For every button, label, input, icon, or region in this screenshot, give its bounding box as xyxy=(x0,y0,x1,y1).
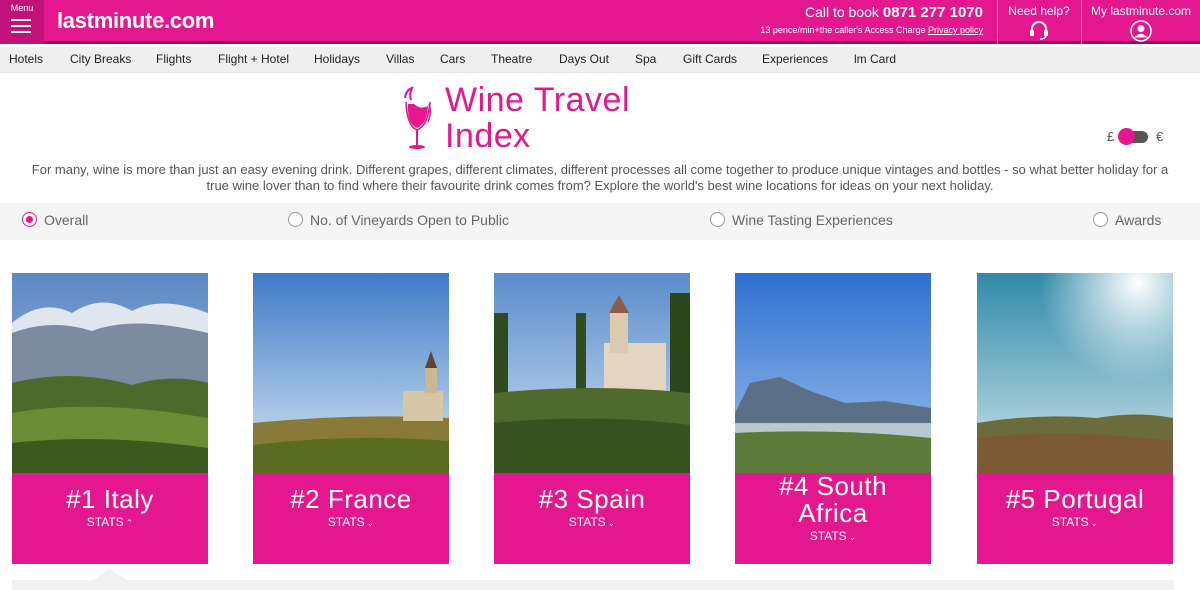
toggle-knob xyxy=(1118,128,1135,145)
nav-item-spa[interactable]: Spa xyxy=(635,52,656,66)
nav-item-theatre[interactable]: Theatre xyxy=(491,52,532,66)
stats-panel-edge xyxy=(12,580,1174,590)
country-card-italy[interactable]: #1 Italy STATS ⌃ xyxy=(12,273,208,564)
radio-overall[interactable] xyxy=(22,212,37,227)
country-card-spain[interactable]: #3 Spain STATS ⌄ xyxy=(494,273,690,564)
spain-photo xyxy=(494,273,690,473)
france-photo xyxy=(253,273,449,473)
stats-toggle[interactable]: STATS ⌄ xyxy=(253,515,449,529)
nav-item-flights[interactable]: Flights xyxy=(156,52,191,66)
filter-vineyards-label: No. of Vineyards Open to Public xyxy=(310,212,509,228)
nav-item-cars[interactable]: Cars xyxy=(440,52,465,66)
filter-vineyards[interactable]: No. of Vineyards Open to Public xyxy=(288,212,509,228)
nav-item-city-breaks[interactable]: City Breaks xyxy=(70,52,131,66)
ranking-filters: Overall No. of Vineyards Open to Public … xyxy=(0,203,1200,240)
stats-toggle[interactable]: STATS ⌄ xyxy=(735,529,931,543)
currency-pound-label: £ xyxy=(1107,129,1115,144)
nav-item-lm-card[interactable]: lm Card xyxy=(854,52,896,66)
stats-toggle[interactable]: STATS ⌄ xyxy=(494,515,690,529)
filter-wine-tasting-label: Wine Tasting Experiences xyxy=(732,212,893,228)
currency-toggle[interactable] xyxy=(1118,128,1148,145)
need-help-label: Need help? xyxy=(1008,4,1070,18)
country-card-south-africa[interactable]: #4 South Africa STATS ⌄ xyxy=(735,273,931,564)
nav-item-experiences[interactable]: Experiences xyxy=(762,52,828,66)
chevron-down-icon: ⌄ xyxy=(607,518,616,528)
menu-label: Menu xyxy=(10,3,34,13)
filter-wine-tasting[interactable]: Wine Tasting Experiences xyxy=(710,212,893,228)
filter-awards-label: Awards xyxy=(1115,212,1162,228)
radio-awards[interactable] xyxy=(1093,212,1108,227)
currency-euro-label: € xyxy=(1156,129,1164,144)
country-name: #1 Italy xyxy=(66,484,154,514)
need-help-button[interactable]: Need help? xyxy=(997,0,1080,44)
nav-item-days-out[interactable]: Days Out xyxy=(559,52,609,66)
user-icon xyxy=(1130,20,1152,42)
south-africa-photo xyxy=(735,273,931,473)
stats-toggle[interactable]: STATS ⌃ xyxy=(12,515,208,529)
headset-icon xyxy=(1030,21,1048,40)
main-nav: Hotels City Breaks Flights Flight + Hote… xyxy=(0,47,1200,73)
country-name-line-2: Africa xyxy=(798,498,868,528)
site-logo[interactable]: lastminute.com xyxy=(57,8,214,34)
phone-number[interactable]: 0871 277 1070 xyxy=(883,4,983,21)
chevron-down-icon: ⌄ xyxy=(366,518,375,528)
country-card-france[interactable]: #2 France STATS ⌄ xyxy=(253,273,449,564)
my-account-label: My lastminute.com xyxy=(1090,4,1192,18)
top-header: Menu lastminute.com Call to book 0871 277… xyxy=(0,0,1200,44)
privacy-policy-link[interactable]: Privacy policy xyxy=(928,25,983,35)
filter-overall[interactable]: Overall xyxy=(22,212,88,228)
stats-toggle[interactable]: STATS ⌄ xyxy=(977,515,1173,529)
radio-wine-tasting[interactable] xyxy=(710,212,725,227)
title-line-1: Wine Travel xyxy=(445,81,630,119)
menu-button[interactable]: Menu xyxy=(0,0,44,44)
my-account-button[interactable]: My lastminute.com xyxy=(1081,0,1200,44)
italy-photo xyxy=(12,273,208,473)
country-name: #3 Spain xyxy=(538,484,646,514)
call-label: Call to book xyxy=(804,4,879,20)
chevron-down-icon: ⌄ xyxy=(1090,518,1099,528)
country-name: #2 France xyxy=(290,484,412,514)
call-to-book: Call to book 0871 277 1070 13 pence/min+t… xyxy=(760,4,983,35)
page-title: Wine Travel Index xyxy=(445,82,630,154)
menu-icon xyxy=(11,19,31,37)
filter-overall-label: Overall xyxy=(44,212,89,228)
chevron-down-icon: ⌄ xyxy=(848,532,857,542)
chevron-up-icon: ⌃ xyxy=(125,518,134,528)
nav-item-gift-cards[interactable]: Gift Cards xyxy=(683,52,737,66)
country-card-portugal[interactable]: #5 Portugal STATS ⌄ xyxy=(977,273,1173,564)
nav-item-hotels[interactable]: Hotels xyxy=(9,52,43,66)
nav-item-villas[interactable]: Villas xyxy=(386,52,414,66)
charge-note: 13 pence/min+the caller's Access Charge xyxy=(760,25,926,35)
title-line-2: Index xyxy=(445,117,531,155)
country-name: #5 Portugal xyxy=(1005,484,1145,514)
nav-item-flight-hotel[interactable]: Flight + Hotel xyxy=(218,52,289,66)
wine-glass-icon xyxy=(404,86,432,149)
nav-item-holidays[interactable]: Holidays xyxy=(314,52,360,66)
radio-vineyards[interactable] xyxy=(288,212,303,227)
country-name-line-1: #4 South xyxy=(778,471,888,501)
intro-text: For many, wine is more than just an easy… xyxy=(31,162,1169,193)
filter-awards[interactable]: Awards xyxy=(1093,212,1161,228)
portugal-photo xyxy=(977,273,1173,473)
